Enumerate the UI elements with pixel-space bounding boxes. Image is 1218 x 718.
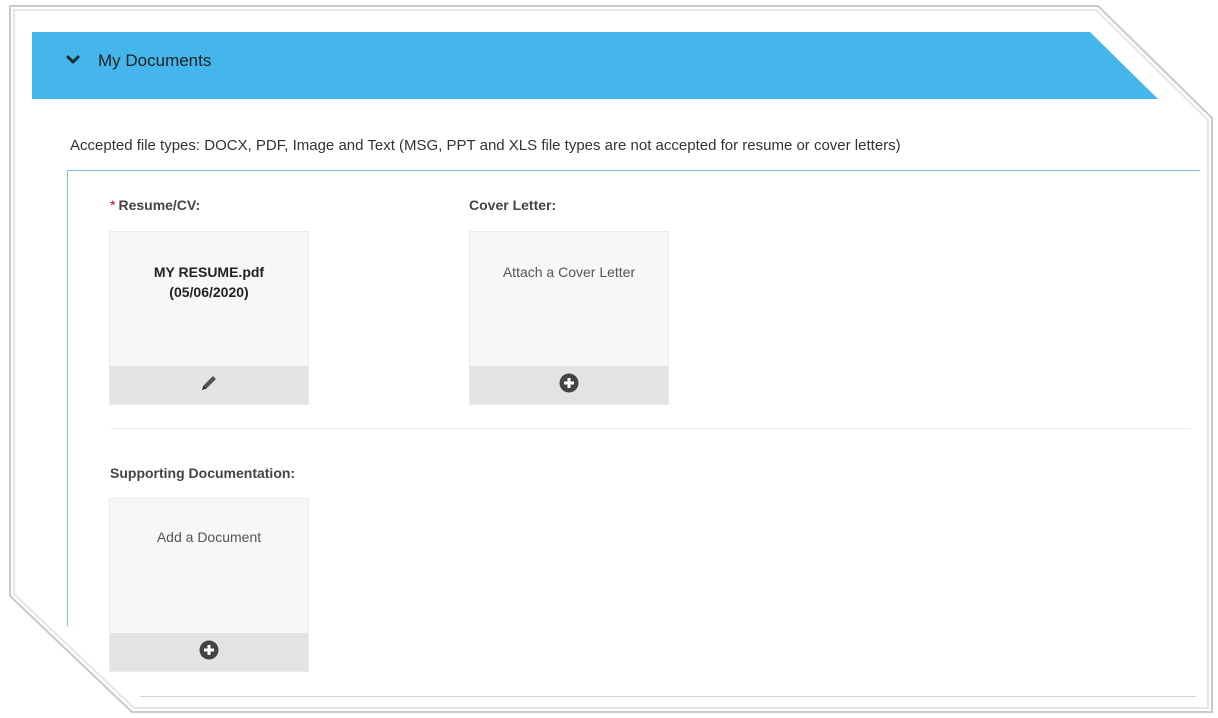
row-divider xyxy=(110,428,1190,429)
required-marker: * xyxy=(110,197,116,213)
accepted-file-types-note: Accepted file types: DOCX, PDF, Image an… xyxy=(70,137,901,154)
supporting-doc-prompt: Add a Document xyxy=(156,529,262,545)
resume-file-name: MY RESUME.pdf xyxy=(153,264,265,280)
plus-circle-icon xyxy=(198,639,220,666)
resume-card: MY RESUME.pdf (05/06/2020) xyxy=(109,231,309,405)
cover-letter-label: Cover Letter: xyxy=(469,197,557,213)
plus-circle-icon xyxy=(558,372,580,399)
add-document-button[interactable] xyxy=(110,633,308,671)
section-toggle-my-documents[interactable]: My Documents xyxy=(66,46,211,76)
add-cover-letter-button[interactable] xyxy=(470,366,668,404)
cover-letter-card: Attach a Cover Letter xyxy=(469,231,669,405)
supporting-doc-card: Add a Document xyxy=(109,498,309,672)
resume-edit-button[interactable] xyxy=(110,366,308,404)
resume-file-date: (05/06/2020) xyxy=(169,284,249,300)
section-title: My Documents xyxy=(98,51,212,70)
cover-letter-prompt: Attach a Cover Letter xyxy=(502,264,636,280)
pencil-icon xyxy=(198,372,220,399)
chevron-down-icon xyxy=(66,52,80,70)
resume-label: * Resume/CV: xyxy=(110,197,200,213)
section-bottom-divider xyxy=(140,696,1196,697)
resume-file-info: MY RESUME.pdf (05/06/2020) xyxy=(120,262,298,302)
supporting-docs-label: Supporting Documentation: xyxy=(110,465,296,481)
resume-label-text: Resume/CV: xyxy=(118,197,201,213)
